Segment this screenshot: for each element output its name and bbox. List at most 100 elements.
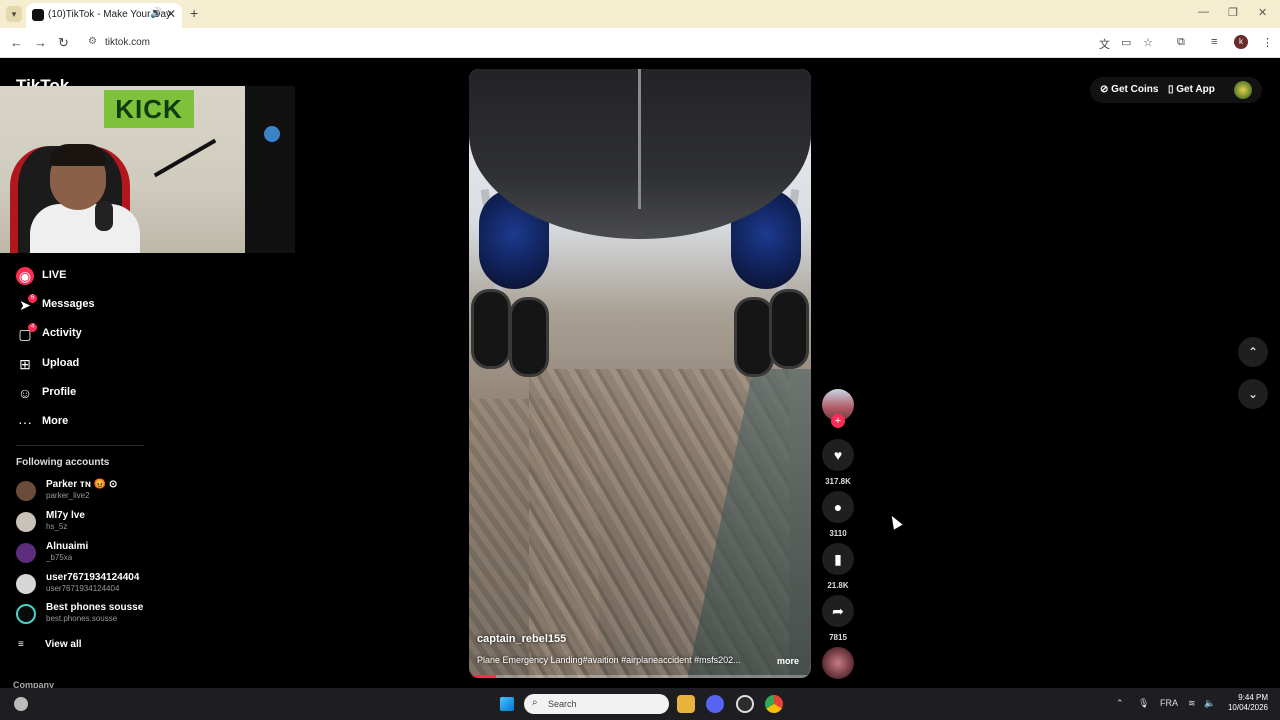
extensions-icon[interactable]: ⧉ [1177,36,1185,49]
like-button[interactable]: ♥ [822,439,854,471]
video-author[interactable]: captain_rebel155 [477,633,566,645]
more-icon: ··· [18,414,32,430]
account-username: _b75xa [46,553,73,562]
wheel-left-outer [471,289,511,369]
tab-audio-icon[interactable]: 🔊 [150,8,162,19]
share-icon: ➦ [832,603,844,619]
share-count: 7815 [829,633,847,642]
new-tab-icon[interactable]: + [190,5,198,21]
video-player[interactable]: captain_rebel155 Plane Emergency Landing… [469,69,811,678]
bookmark-star-icon[interactable]: ☆ [1143,36,1153,49]
account-name: Parker ᴛɴ 😡 ⊙ [46,479,118,490]
tab-close-icon[interactable]: ✕ [166,7,176,21]
following-account[interactable]: Ml7y lve hs_5z [16,510,216,536]
account-username: best.phones.sousse [46,614,118,623]
reading-list-icon[interactable]: ≡ [1211,36,1217,48]
comment-count: 3110 [829,529,847,538]
pc-fan-light [264,126,280,142]
microphone-icon[interactable]: 🎙 [1138,698,1149,709]
language-indicator[interactable]: FRA [1160,698,1178,708]
wheel-right-inner [734,297,774,377]
account-username: hs_5z [46,522,68,531]
maximize-icon[interactable]: ❐ [1228,6,1238,19]
sidebar-item-label: LIVE [42,269,67,281]
streamer-body [30,204,140,253]
video-progress-bar[interactable] [469,675,811,678]
activity-badge: 4 [28,323,37,332]
webcam-overlay: KICK [0,86,295,253]
avatar [16,481,36,501]
url-text[interactable]: tiktok.com [105,37,150,48]
video-progress-fill [469,675,497,678]
window-close-icon[interactable]: ✕ [1258,6,1267,19]
reload-icon[interactable]: ↻ [58,35,69,51]
sidebar-item-label: Upload [42,357,80,369]
next-video-button[interactable]: ⌄ [1238,379,1268,409]
comment-icon: ● [833,499,843,515]
minimize-icon[interactable]: — [1198,6,1209,18]
account-name: Best phones sousse [46,602,144,613]
wheel-right-outer [769,289,809,369]
sidebar-item-upload[interactable]: ⊞ Upload [14,353,194,377]
following-accounts-title: Following accounts [16,457,110,468]
following-account[interactable]: Alnuaimi _b75xa [16,541,216,567]
sidebar-item-label: Activity [42,327,82,339]
profile-icon: ☺ [17,385,33,401]
cast-icon[interactable]: ▭ [1121,36,1131,49]
browser-tab[interactable]: (10)TikTok - Make Your Day 🔊 ✕ [26,3,182,28]
kick-sign: KICK [104,90,194,128]
taskbar-search[interactable]: ⌕ Search [524,694,669,714]
clock-time: 9:44 PM [1238,693,1268,702]
tray-overflow-icon[interactable]: ⌃ [1116,698,1124,709]
sidebar-item-activity[interactable]: ▢ 4 Activity [14,323,194,347]
browser-menu-icon[interactable]: ⋮ [1262,36,1273,49]
previous-video-button[interactable]: ⌃ [1238,337,1268,367]
following-account[interactable]: Best phones sousse best.phones.sousse [16,602,216,628]
forward-icon[interactable]: → [34,35,47,50]
site-info-icon[interactable]: ⚙ [88,36,97,47]
user-avatar[interactable] [1234,81,1252,99]
save-button[interactable]: ▮ [822,543,854,575]
browser-profile-avatar[interactable]: k [1234,35,1248,49]
sidebar-item-profile[interactable]: ☺ Profile [14,382,194,406]
video-description: Plane Emergency Landing#avaition #airpla… [477,655,741,665]
get-coins-label: Get Coins [1111,84,1159,95]
file-explorer-icon[interactable] [677,695,695,713]
address-bar[interactable]: ⚙ tiktok.com [80,32,1090,54]
music-disc-icon[interactable] [822,647,854,679]
steam-icon[interactable] [736,695,754,713]
windows-start-icon[interactable] [500,697,514,711]
following-account[interactable]: Parker ᴛɴ 😡 ⊙ parker_live2 [16,479,216,505]
save-count: 21.8K [827,581,849,590]
messages-badge: 6 [28,294,37,303]
chrome-icon[interactable] [765,695,783,713]
avatar [16,574,36,594]
view-all-button[interactable]: ≡ View all [16,638,136,654]
sidebar-item-live[interactable]: ◉ LIVE [14,265,194,289]
description-more-button[interactable]: more [777,656,799,666]
heart-icon: ♥ [833,447,843,463]
weather-widget-icon[interactable] [14,697,28,711]
get-app-label: Get App [1176,84,1215,95]
volume-icon[interactable]: 🔈 [1204,698,1215,709]
tab-search-icon[interactable]: ▾ [6,6,22,22]
share-button[interactable]: ➦ [822,595,854,627]
wheel-left-inner [509,297,549,377]
back-icon[interactable]: ← [10,35,23,50]
sidebar-item-more[interactable]: ··· More [14,411,194,435]
avatar [16,543,36,563]
following-account[interactable]: user7671934124404 user7671934124404 [16,572,216,598]
discord-icon[interactable] [706,695,724,713]
sidebar-item-messages[interactable]: ➤ 6 Messages [14,294,194,318]
follow-plus-icon[interactable]: + [831,414,845,428]
get-coins-button[interactable]: ⊘ Get Coins [1100,84,1158,95]
search-placeholder: Search [548,699,577,709]
taskbar-clock[interactable]: 9:44 PM 10/04/2026 [1222,693,1268,713]
comment-button[interactable]: ● [822,491,854,523]
translate-icon[interactable]: 文 [1099,36,1110,52]
account-username: user7671934124404 [46,584,120,593]
sidebar-item-label: Profile [42,386,77,398]
wifi-icon[interactable]: ≋ [1188,698,1196,709]
fuselage-seam [638,69,641,209]
get-app-button[interactable]: ▯ Get App [1168,84,1215,95]
